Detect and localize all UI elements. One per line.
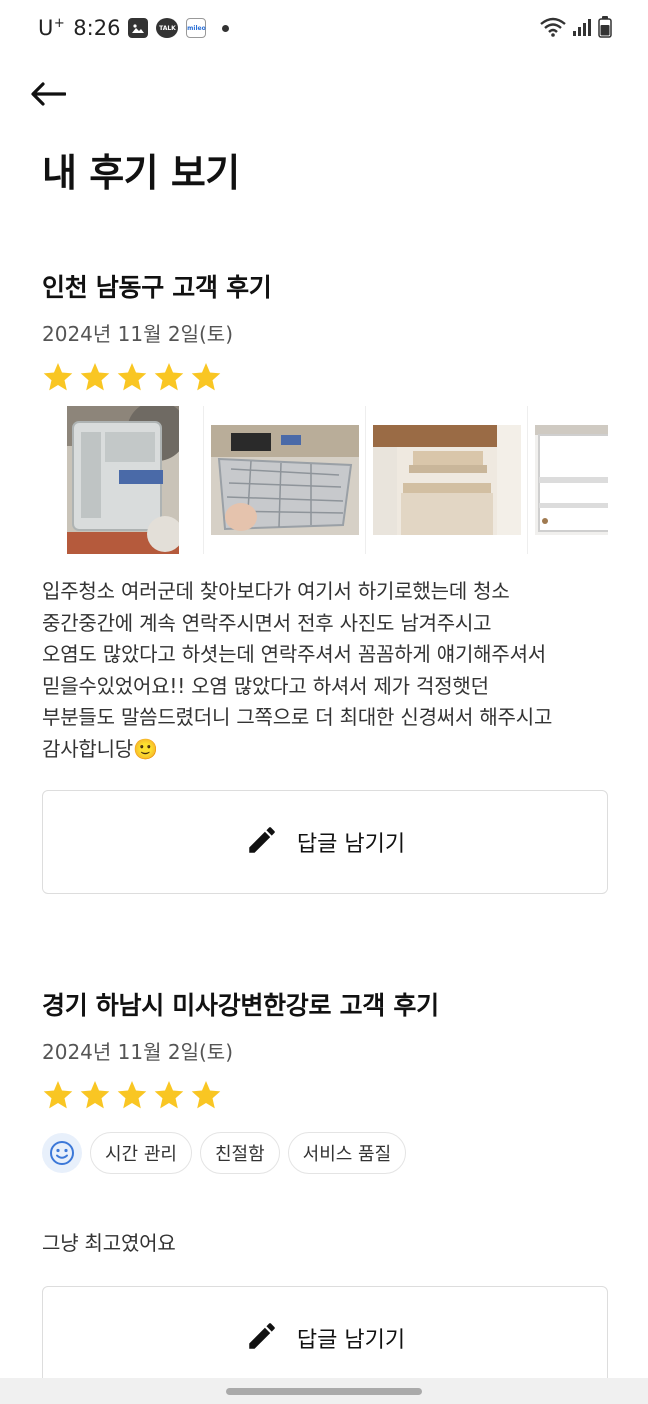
page-title: 내 후기 보기 bbox=[42, 151, 240, 195]
status-bar: U+ 8:26 TALK mileo bbox=[0, 0, 648, 56]
navigation-bar bbox=[0, 1378, 648, 1404]
star-icon bbox=[80, 1081, 110, 1109]
signal-icon bbox=[572, 17, 592, 42]
reply-button[interactable]: 답글 남기기 bbox=[42, 790, 608, 894]
review-tags: 시간 관리 친절함 서비스 품질 bbox=[42, 1132, 407, 1174]
tag-chip: 서비스 품질 bbox=[287, 1132, 407, 1174]
mileo-icon: mileo bbox=[186, 18, 207, 38]
smile-icon bbox=[42, 1133, 82, 1173]
review-card: 경기 하남시 미사강변한강로 고객 후기 2024년 11월 2일(토) bbox=[42, 986, 608, 1111]
pencil-icon bbox=[245, 823, 279, 861]
review-photo[interactable] bbox=[366, 406, 528, 554]
wifi-icon bbox=[540, 17, 566, 42]
star-icon bbox=[154, 363, 184, 391]
wire-basket-photo bbox=[210, 425, 359, 535]
star-icon bbox=[80, 363, 110, 391]
review-title: 인천 남동구 고객 후기 bbox=[42, 273, 272, 302]
star-rating bbox=[42, 1079, 608, 1111]
review-text: 그냥 최고였어요 bbox=[42, 1231, 176, 1255]
tag-chip: 친절함 bbox=[199, 1132, 280, 1174]
battery-icon bbox=[598, 16, 612, 43]
reply-button[interactable]: 답글 남기기 bbox=[42, 1286, 608, 1390]
arrow-left-icon bbox=[30, 82, 67, 110]
pencil-icon bbox=[245, 1319, 279, 1357]
review-photo[interactable] bbox=[42, 406, 204, 554]
back-button[interactable] bbox=[28, 76, 68, 116]
review-date: 2024년 11월 2일(토) bbox=[42, 1040, 233, 1064]
cabinet-shelf-photo bbox=[372, 425, 521, 535]
gallery-icon bbox=[128, 18, 149, 38]
review-photo[interactable] bbox=[204, 406, 366, 554]
star-icon bbox=[191, 363, 221, 391]
star-icon bbox=[154, 1081, 184, 1109]
status-time: 8:26 bbox=[73, 16, 121, 40]
star-icon bbox=[43, 1081, 73, 1109]
review-title: 경기 하남시 미사강변한강로 고객 후기 bbox=[42, 991, 439, 1020]
notification-dot-icon bbox=[222, 24, 230, 32]
tag-chip: 시간 관리 bbox=[90, 1132, 192, 1174]
reply-button-label: 답글 남기기 bbox=[296, 832, 406, 857]
talk-icon: TALK bbox=[156, 18, 179, 38]
star-icon bbox=[117, 363, 147, 391]
white-cabinet-photo bbox=[534, 425, 608, 535]
home-gesture-handle[interactable] bbox=[226, 1387, 422, 1395]
star-icon bbox=[43, 363, 73, 391]
carrier-label: U+ bbox=[38, 16, 66, 40]
star-icon bbox=[117, 1081, 147, 1109]
review-card: 인천 남동구 고객 후기 2024년 11월 2일(토) bbox=[42, 268, 608, 393]
review-photo[interactable] bbox=[528, 406, 608, 554]
review-text: 입주청소 여러군데 찾아보다가 여기서 하기로했는데 청소 중간중간에 계속 연… bbox=[42, 579, 553, 761]
reply-button-label: 답글 남기기 bbox=[296, 1328, 406, 1353]
review-date: 2024년 11월 2일(토) bbox=[42, 322, 233, 346]
star-rating bbox=[42, 361, 608, 393]
drawer-tray-photo bbox=[66, 406, 179, 554]
star-icon bbox=[191, 1081, 221, 1109]
review-photo-strip[interactable] bbox=[42, 406, 608, 554]
